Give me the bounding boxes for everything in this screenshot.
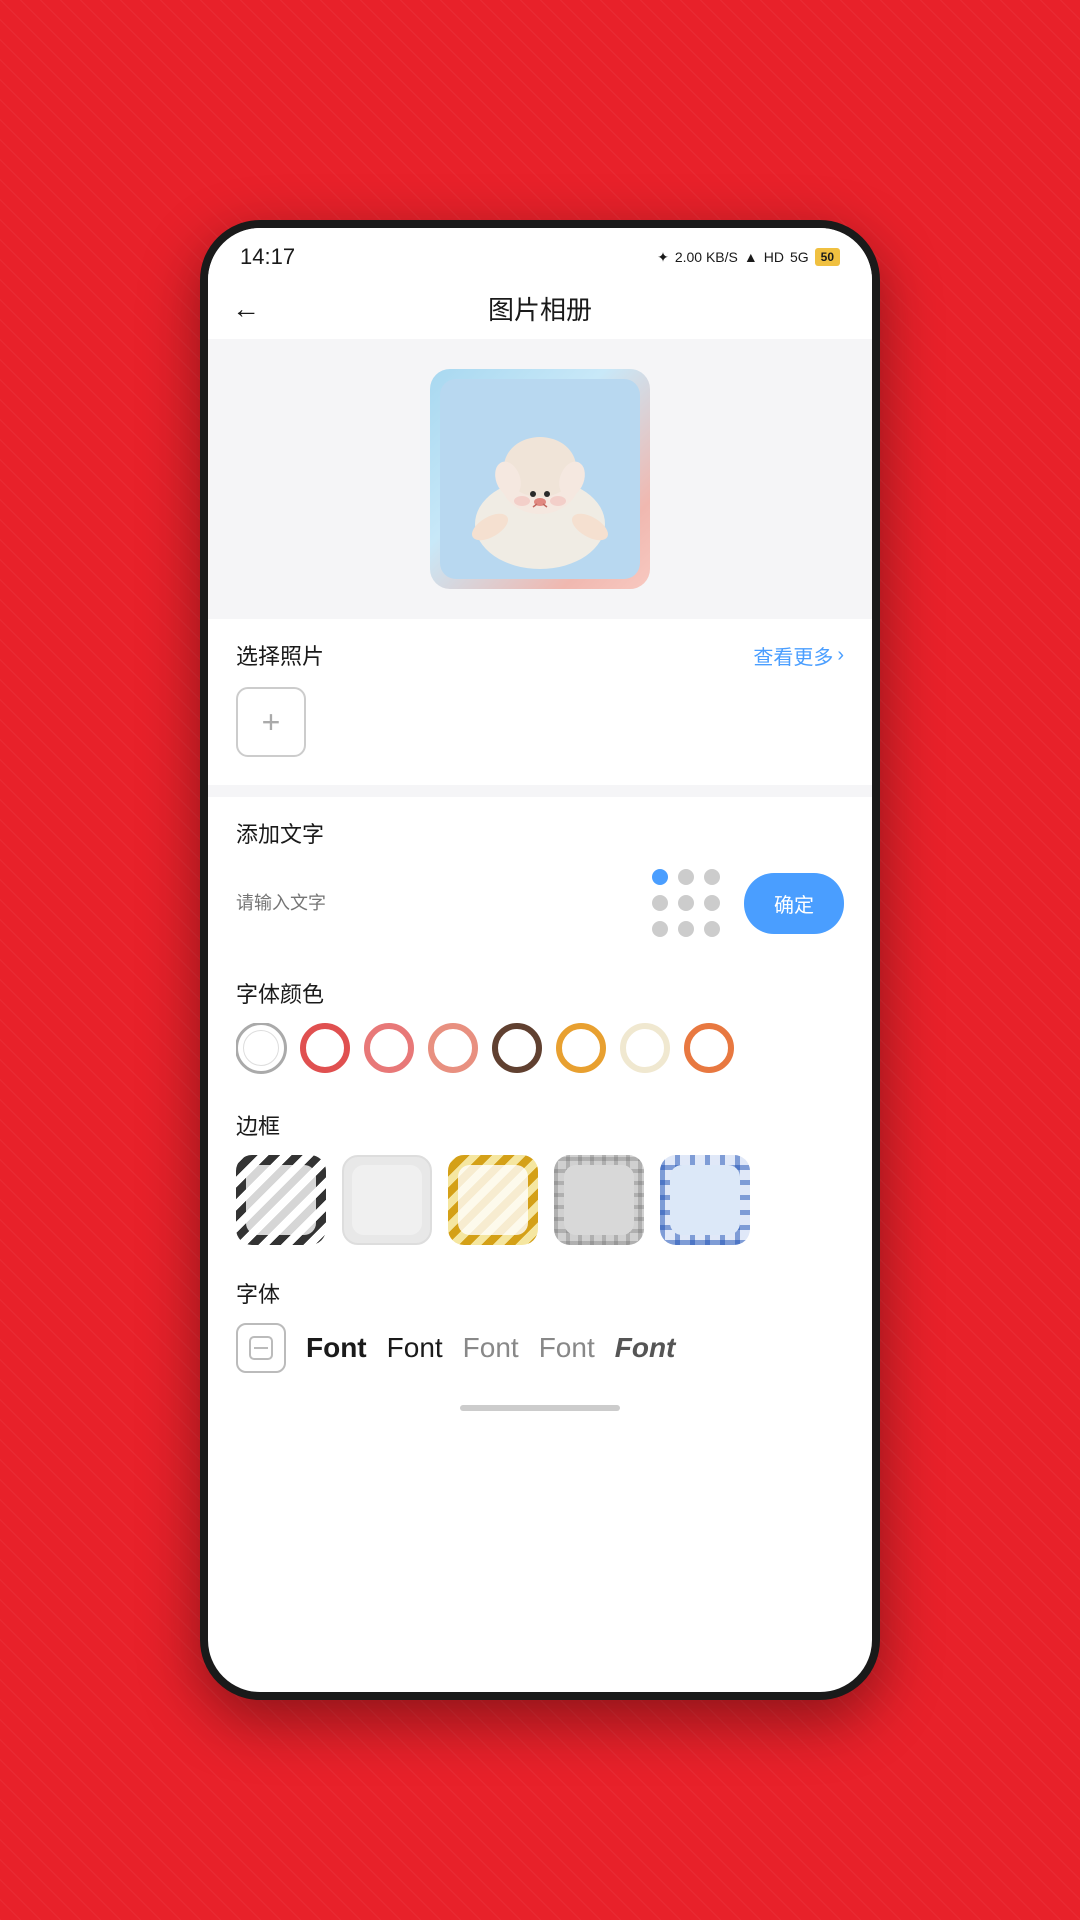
dot-7 xyxy=(652,921,668,937)
dot-4 xyxy=(652,895,668,911)
font-medium-label: Font xyxy=(387,1332,443,1364)
color-option-none[interactable] xyxy=(236,1023,286,1073)
add-text-title: 添加文字 xyxy=(236,817,844,849)
border-section-title: 边框 xyxy=(236,1109,844,1141)
dots-grid xyxy=(648,865,724,941)
text-input-row: 确定 xyxy=(236,865,844,941)
see-more-label: 查看更多 xyxy=(753,641,833,670)
dot-8 xyxy=(678,921,694,937)
font-option-none[interactable] xyxy=(236,1323,286,1373)
text-input[interactable] xyxy=(236,885,628,922)
dot-5 xyxy=(678,895,694,911)
home-bar xyxy=(460,1405,620,1411)
border-option-blue-check[interactable] xyxy=(660,1155,750,1245)
hd-badge: HD xyxy=(764,249,784,265)
5g-badge: 5G xyxy=(790,249,809,265)
bluetooth-icon: ✦ xyxy=(657,249,669,266)
color-option-red[interactable] xyxy=(300,1023,350,1073)
color-option-brown[interactable] xyxy=(492,1023,542,1073)
font-option-bold[interactable]: Font xyxy=(306,1332,367,1364)
font-color-title: 字体颜色 xyxy=(236,977,844,1009)
plus-icon: + xyxy=(262,704,281,741)
dot-2 xyxy=(678,869,694,885)
color-option-gold[interactable] xyxy=(556,1023,606,1073)
font-section-title: 字体 xyxy=(236,1277,844,1309)
see-more-button[interactable]: 查看更多 › xyxy=(753,641,844,670)
font-option-italic[interactable]: Font xyxy=(615,1332,676,1364)
scroll-content: 选择照片 查看更多 › + 添加文字 xyxy=(208,339,872,1699)
font-options-row: Font Font Font Font Font xyxy=(236,1323,844,1373)
border-option-black-stripe[interactable] xyxy=(236,1155,326,1245)
wifi-icon: ▲ xyxy=(744,249,758,265)
dot-9 xyxy=(704,921,720,937)
phone-frame: 14:17 ✦ 2.00 KB/S ▲ HD 5G 50 ← 图片相册 xyxy=(200,220,880,1700)
font-light-label: Font xyxy=(463,1332,519,1364)
border-option-gold-stripe[interactable] xyxy=(448,1155,538,1245)
back-button[interactable]: ← xyxy=(232,293,260,325)
status-icons: ✦ 2.00 KB/S ▲ HD 5G 50 xyxy=(657,248,840,266)
select-photo-title: 选择照片 xyxy=(236,639,324,671)
font-option-thin[interactable]: Font xyxy=(539,1332,595,1364)
speed-indicator: 2.00 KB/S xyxy=(675,249,738,265)
border-option-white-plain[interactable] xyxy=(342,1155,432,1245)
border-option-plaid[interactable] xyxy=(554,1155,644,1245)
border-options-row xyxy=(236,1155,844,1245)
color-option-orange[interactable] xyxy=(684,1023,734,1073)
add-photo-button[interactable]: + xyxy=(236,687,306,757)
font-none-icon xyxy=(236,1323,286,1373)
font-bold-label: Font xyxy=(306,1332,367,1364)
dot-3 xyxy=(704,869,720,885)
color-option-coral[interactable] xyxy=(364,1023,414,1073)
border-section: 边框 xyxy=(208,1093,872,1261)
dot-6 xyxy=(704,895,720,911)
font-option-medium[interactable]: Font xyxy=(387,1332,443,1364)
page-title: 图片相册 xyxy=(488,290,592,327)
sheep-illustration xyxy=(440,379,640,579)
color-option-salmon[interactable] xyxy=(428,1023,478,1073)
confirm-button[interactable]: 确定 xyxy=(744,873,844,934)
chevron-right-icon: › xyxy=(837,644,844,667)
dot-1 xyxy=(652,869,668,885)
status-bar: 14:17 ✦ 2.00 KB/S ▲ HD 5G 50 xyxy=(208,228,872,278)
color-options-row xyxy=(236,1023,844,1077)
divider-1 xyxy=(208,785,872,797)
page-header: ← 图片相册 xyxy=(208,278,872,339)
font-thin-label: Font xyxy=(539,1332,595,1364)
font-option-light[interactable]: Font xyxy=(463,1332,519,1364)
status-time: 14:17 xyxy=(240,244,295,270)
select-photo-section: 选择照片 查看更多 › + xyxy=(208,619,872,785)
font-italic-label: Font xyxy=(615,1332,676,1364)
add-text-section: 添加文字 确定 xyxy=(208,797,872,961)
select-photo-header: 选择照片 查看更多 › xyxy=(236,639,844,671)
battery-indicator: 50 xyxy=(815,248,840,266)
preview-image xyxy=(430,369,650,589)
home-indicator xyxy=(208,1389,872,1423)
image-preview-area xyxy=(208,339,872,619)
color-option-cream[interactable] xyxy=(620,1023,670,1073)
font-section: 字体 Font Font Font xyxy=(208,1261,872,1389)
font-color-section: 字体颜色 xyxy=(208,961,872,1093)
